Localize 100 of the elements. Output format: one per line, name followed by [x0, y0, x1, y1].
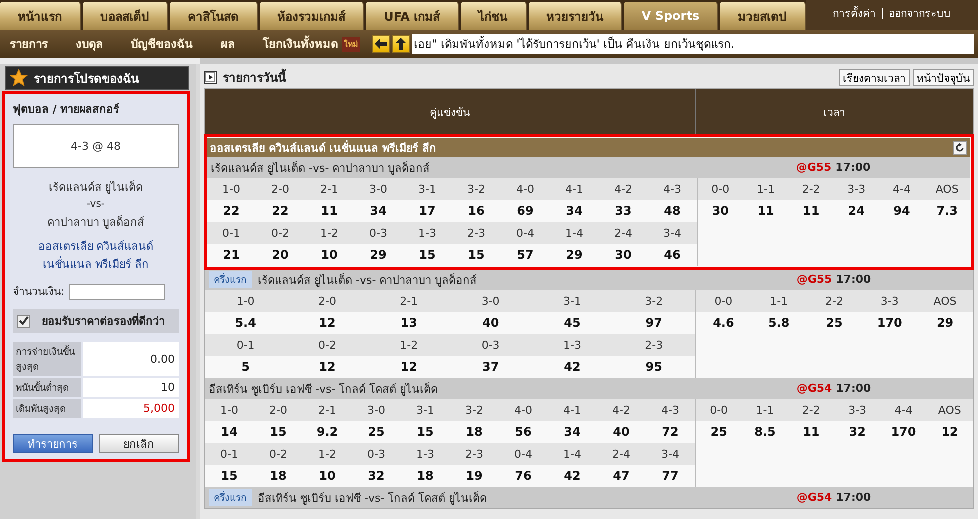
nav-tab[interactable]: บอลสเต็ป: [82, 2, 168, 30]
odds-value[interactable]: 12: [368, 360, 450, 374]
odds-value[interactable]: 12: [286, 316, 368, 330]
odds-value[interactable]: 19: [450, 469, 499, 483]
odds-value[interactable]: 7.3: [924, 204, 970, 218]
back-button[interactable]: [372, 35, 390, 53]
nav-tab[interactable]: ไก่ชน: [460, 2, 526, 30]
odds-value[interactable]: 40: [597, 425, 646, 439]
odds-value[interactable]: 20: [256, 248, 305, 262]
odds-value[interactable]: 33: [599, 204, 648, 218]
odds-value[interactable]: 10: [305, 248, 354, 262]
odds-value[interactable]: 34: [548, 425, 597, 439]
nav-tab[interactable]: มวยสเตป: [720, 2, 806, 30]
submit-button[interactable]: ทำรายการ: [13, 434, 93, 453]
odds-value[interactable]: 170: [880, 425, 927, 439]
odds-value[interactable]: 5.4: [205, 316, 287, 330]
refresh-icon[interactable]: [953, 140, 967, 154]
odds-value[interactable]: 29: [550, 248, 599, 262]
odds-value[interactable]: 9.2: [303, 425, 352, 439]
account-link[interactable]: ออกจากระบบ: [889, 4, 951, 22]
odds-value[interactable]: 25: [806, 316, 862, 330]
odds-value[interactable]: 46: [648, 248, 697, 262]
score-label: 3-0: [480, 294, 501, 308]
odds-value[interactable]: 15: [403, 248, 452, 262]
odds-value[interactable]: 18: [450, 425, 499, 439]
score-label: 0-2: [268, 448, 288, 460]
odds-value[interactable]: 42: [548, 469, 597, 483]
odds-value[interactable]: 32: [834, 425, 881, 439]
nav-tab[interactable]: หน้าแรก: [0, 2, 81, 30]
odds-value[interactable]: 21: [207, 248, 256, 262]
odds-value[interactable]: 97: [613, 316, 695, 330]
nav-tab[interactable]: ห้องรวมเกมส์: [260, 2, 364, 30]
menu-link[interactable]: บัญชีของฉัน: [131, 35, 193, 53]
odds-value[interactable]: 32: [352, 469, 401, 483]
odds-value[interactable]: 24: [834, 204, 880, 218]
score-label: 4-4: [892, 182, 912, 196]
odds-value[interactable]: 5.8: [751, 316, 807, 330]
odds-value[interactable]: 30: [698, 204, 744, 218]
account-link[interactable]: การตั้งค่า: [833, 4, 876, 22]
nav-tab[interactable]: UFA เกมส์: [366, 2, 459, 30]
odds-value[interactable]: 18: [254, 469, 303, 483]
odds-value[interactable]: 22: [256, 204, 305, 218]
odds-value[interactable]: 15: [452, 248, 501, 262]
odds-value[interactable]: 15: [205, 469, 254, 483]
odds-value[interactable]: 45: [532, 316, 614, 330]
favorites-header[interactable]: รายการโปรดของฉัน: [5, 66, 189, 90]
odds-value[interactable]: 18: [401, 469, 450, 483]
odds-value[interactable]: 69: [501, 204, 550, 218]
odds-value[interactable]: 57: [501, 248, 550, 262]
checkbox[interactable]: [17, 314, 30, 328]
odds-value[interactable]: 77: [646, 469, 695, 483]
odds-value[interactable]: 42: [532, 360, 614, 374]
odds-value[interactable]: 13: [368, 316, 450, 330]
odds-value[interactable]: 40: [450, 316, 532, 330]
odds-value[interactable]: 22: [207, 204, 256, 218]
odds-value[interactable]: 34: [550, 204, 599, 218]
odds-value[interactable]: 12: [926, 425, 973, 439]
nav-tab[interactable]: หวยรายวัน: [528, 2, 622, 30]
toolbar-button[interactable]: หน้าปัจจุบัน: [913, 68, 974, 86]
odds-value[interactable]: 11: [305, 204, 354, 218]
odds-value[interactable]: 25: [352, 425, 401, 439]
odds-value[interactable]: 11: [743, 204, 789, 218]
odds-value[interactable]: 4.6: [696, 316, 752, 330]
odds-value[interactable]: 14: [205, 425, 254, 439]
up-button[interactable]: [392, 35, 410, 53]
odds-value[interactable]: 16: [452, 204, 501, 218]
odds-value[interactable]: 17: [403, 204, 452, 218]
odds-value[interactable]: 15: [254, 425, 303, 439]
amount-field[interactable]: [68, 284, 165, 300]
expand-icon[interactable]: [204, 70, 217, 84]
odds-value[interactable]: 12: [286, 360, 368, 374]
odds-value[interactable]: 30: [599, 248, 648, 262]
menu-link[interactable]: รายการ: [10, 35, 48, 53]
odds-value[interactable]: 11: [788, 204, 834, 218]
odds-value[interactable]: 37: [450, 360, 532, 374]
score-label: 4-2: [614, 182, 634, 196]
toolbar-button[interactable]: เรียงตามเวลา: [839, 68, 910, 86]
odds-value[interactable]: 48: [648, 204, 697, 218]
odds-value[interactable]: 34: [354, 204, 403, 218]
odds-value[interactable]: 8.5: [742, 425, 788, 439]
odds-value[interactable]: 25: [696, 425, 742, 439]
menu-link[interactable]: โยกเงินทั้งหมด: [263, 35, 338, 53]
odds-value[interactable]: 29: [918, 316, 973, 330]
odds-value[interactable]: 11: [788, 425, 834, 439]
odds-value[interactable]: 15: [401, 425, 450, 439]
menu-link[interactable]: งบดุล: [76, 35, 103, 53]
match-teams: อีสเทิร์น ซูเบิร์บ เอฟซี -vs- โกลด์ โคสต์ ยูไนเต็ด: [209, 381, 438, 398]
odds-value[interactable]: 95: [613, 360, 695, 374]
odds-value[interactable]: 94: [879, 204, 925, 218]
cancel-button[interactable]: ยกเลิก: [99, 434, 179, 453]
odds-value[interactable]: 76: [499, 469, 548, 483]
menu-link[interactable]: ผล: [221, 35, 235, 53]
odds-value[interactable]: 72: [646, 425, 695, 439]
nav-tab[interactable]: คาสิโนสด: [170, 2, 258, 30]
odds-value[interactable]: 47: [597, 469, 646, 483]
odds-value[interactable]: 5: [205, 360, 287, 374]
odds-value[interactable]: 29: [354, 248, 403, 262]
odds-value[interactable]: 56: [499, 425, 548, 439]
odds-value[interactable]: 170: [862, 316, 918, 330]
odds-value[interactable]: 10: [303, 469, 352, 483]
